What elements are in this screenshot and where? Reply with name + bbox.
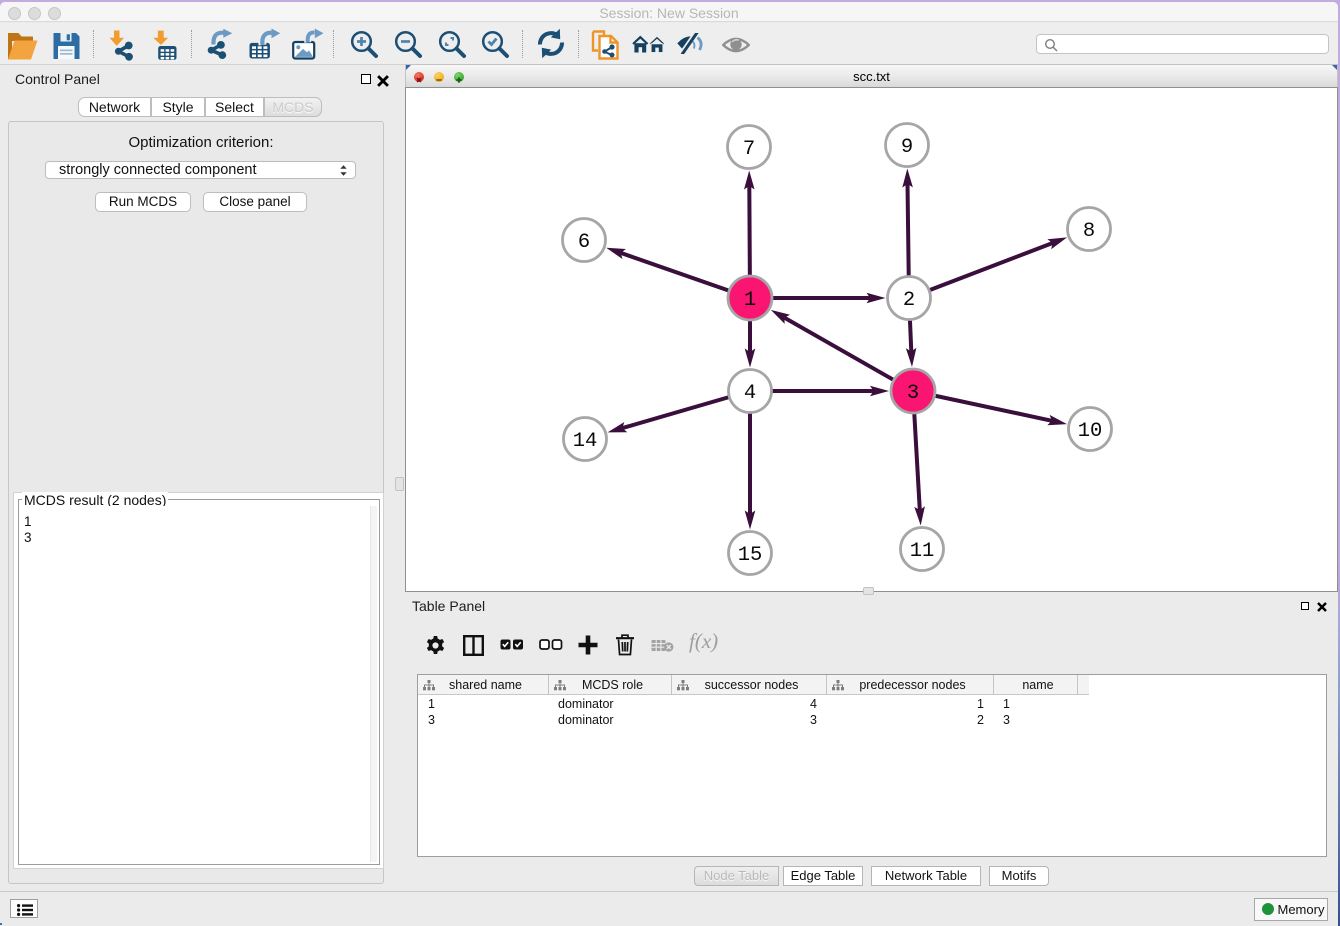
svg-text:3: 3: [907, 382, 919, 405]
svg-text:2: 2: [903, 289, 915, 312]
svg-text:4: 4: [744, 382, 756, 405]
svg-text:11: 11: [910, 540, 935, 563]
svg-text:14: 14: [573, 430, 598, 453]
svg-text:15: 15: [738, 544, 763, 567]
svg-text:9: 9: [901, 136, 913, 159]
svg-text:8: 8: [1083, 220, 1095, 243]
svg-text:6: 6: [578, 231, 590, 254]
svg-text:10: 10: [1078, 420, 1103, 443]
svg-text:1: 1: [744, 289, 756, 312]
svg-text:7: 7: [743, 138, 755, 161]
